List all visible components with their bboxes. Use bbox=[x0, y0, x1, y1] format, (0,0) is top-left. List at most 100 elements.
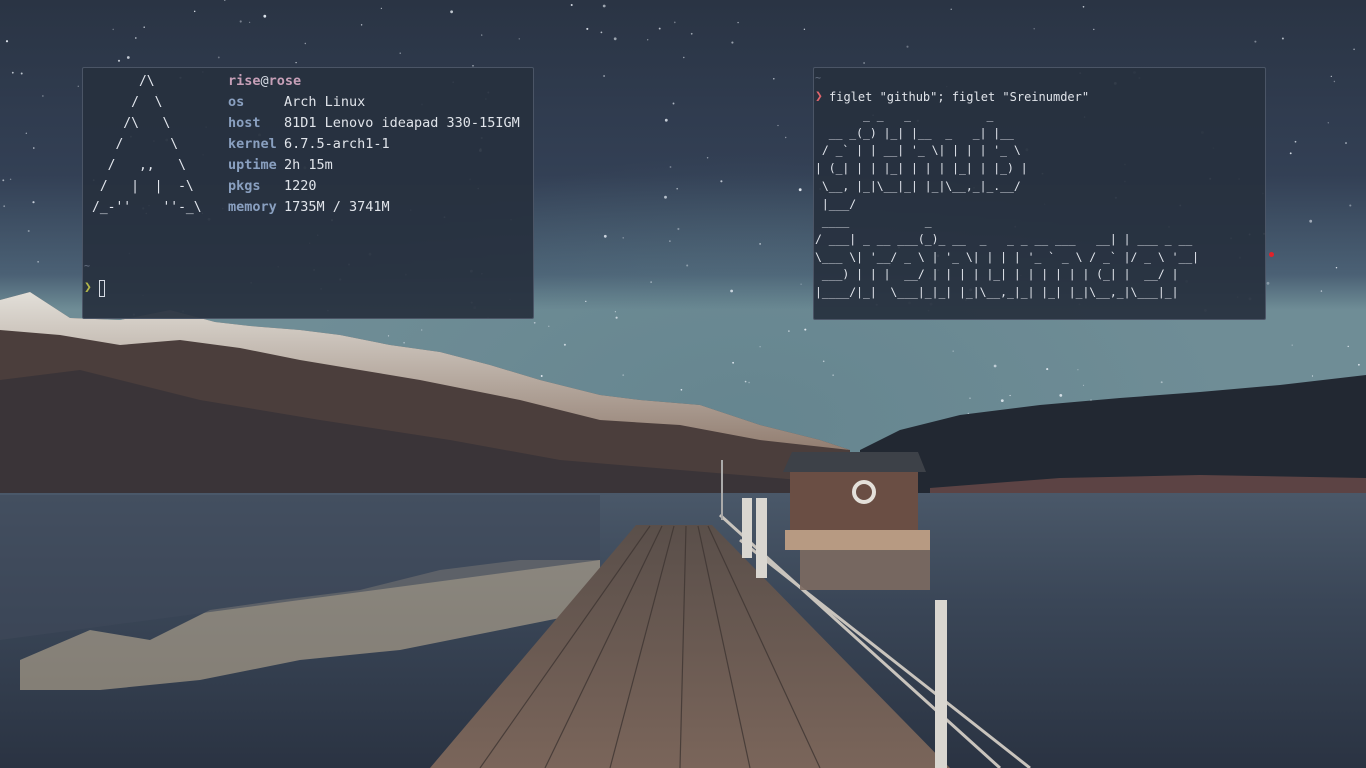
star bbox=[239, 20, 242, 23]
star bbox=[1353, 48, 1355, 51]
info-row-uptime: uptime 2h 15m bbox=[228, 155, 520, 176]
star bbox=[1309, 219, 1313, 223]
star bbox=[669, 240, 671, 242]
star bbox=[647, 39, 649, 41]
star bbox=[304, 42, 307, 45]
star bbox=[9, 178, 12, 181]
figlet-output: _ _ _ _ __ _(_) |_| |__ _ _| |__ / _` | … bbox=[815, 108, 1200, 300]
info-value: 2h 15m bbox=[284, 157, 333, 173]
star bbox=[37, 261, 39, 263]
star bbox=[600, 31, 603, 34]
star bbox=[360, 24, 363, 26]
star bbox=[33, 147, 35, 149]
notification-dot-icon bbox=[1269, 252, 1274, 257]
info-row-host: host 81D1 Lenovo ideapad 330-15IGM bbox=[228, 113, 520, 134]
star bbox=[706, 157, 709, 159]
star bbox=[622, 374, 625, 376]
star bbox=[731, 41, 734, 44]
star bbox=[563, 343, 566, 346]
info-value: 81D1 Lenovo ideapad 330-15IGM bbox=[284, 115, 520, 131]
star bbox=[732, 361, 734, 364]
star bbox=[788, 330, 790, 332]
star bbox=[421, 329, 423, 331]
star bbox=[730, 289, 733, 293]
star bbox=[603, 234, 607, 238]
star bbox=[672, 102, 675, 105]
star bbox=[403, 341, 405, 344]
star bbox=[1281, 37, 1284, 40]
cwd-indicator: ~ bbox=[84, 261, 91, 272]
star bbox=[387, 335, 390, 337]
prompt-arrow-icon: ❯ bbox=[84, 280, 92, 295]
command-line: figlet "github"; figlet "Sreinumder" bbox=[829, 90, 1090, 104]
cwd-indicator: ~ bbox=[815, 73, 822, 84]
terminal-window-figlet[interactable]: ~ ❯ figlet "github"; figlet "Sreinumder"… bbox=[813, 67, 1266, 320]
star bbox=[263, 14, 267, 18]
star bbox=[20, 72, 23, 75]
star bbox=[399, 52, 401, 54]
star bbox=[952, 350, 954, 352]
star bbox=[143, 26, 145, 28]
info-key: uptime bbox=[228, 157, 277, 173]
star bbox=[25, 132, 27, 134]
star bbox=[1320, 290, 1323, 292]
star bbox=[380, 7, 383, 10]
star bbox=[481, 34, 483, 36]
star bbox=[1082, 384, 1085, 387]
star bbox=[803, 28, 806, 30]
arch-logo-ascii: /\ / \ /\ \ / \ / ,, \ / | | -\ /_-'' ''… bbox=[92, 74, 202, 215]
star bbox=[585, 300, 587, 303]
star bbox=[613, 37, 617, 41]
info-value: Arch Linux bbox=[284, 94, 366, 110]
star bbox=[248, 21, 251, 24]
star bbox=[3, 205, 6, 208]
star bbox=[615, 316, 618, 319]
star bbox=[112, 28, 114, 31]
star bbox=[863, 62, 865, 64]
info-key: os bbox=[228, 94, 245, 110]
star bbox=[800, 283, 802, 285]
info-key: host bbox=[228, 115, 261, 131]
star bbox=[1358, 363, 1360, 366]
info-value: 1220 bbox=[284, 178, 317, 194]
star bbox=[1033, 27, 1035, 30]
info-row-pkgs: pkgs 1220 bbox=[228, 176, 520, 197]
star bbox=[676, 187, 679, 190]
star bbox=[134, 37, 137, 39]
star bbox=[759, 346, 761, 348]
star bbox=[1291, 344, 1293, 346]
star bbox=[664, 195, 667, 199]
user-host-line: rise@rose bbox=[228, 71, 520, 92]
star bbox=[622, 237, 624, 239]
star bbox=[450, 10, 453, 14]
star bbox=[1335, 266, 1338, 269]
info-row-os: os Arch Linux bbox=[228, 92, 520, 113]
star bbox=[193, 10, 196, 13]
star bbox=[1082, 5, 1085, 8]
info-key: pkgs bbox=[228, 178, 261, 194]
star bbox=[748, 381, 750, 384]
star bbox=[77, 85, 79, 87]
info-key: memory bbox=[228, 199, 277, 215]
star bbox=[777, 124, 779, 127]
terminal-window-fetch[interactable]: /\ / \ /\ \ / \ / ,, \ / | | -\ /_-'' ''… bbox=[82, 67, 534, 319]
info-key: kernel bbox=[228, 136, 277, 152]
star bbox=[533, 321, 536, 324]
terminal-cursor[interactable] bbox=[99, 280, 105, 297]
star bbox=[720, 180, 723, 183]
star bbox=[295, 61, 297, 64]
star bbox=[686, 264, 689, 267]
info-value: 1735M / 3741M bbox=[284, 199, 390, 215]
star bbox=[518, 38, 521, 40]
username: rise bbox=[228, 73, 261, 89]
star bbox=[586, 27, 589, 30]
star bbox=[683, 56, 685, 59]
star bbox=[969, 397, 971, 399]
star bbox=[1266, 281, 1270, 285]
star bbox=[669, 166, 672, 168]
star bbox=[1059, 394, 1063, 397]
star bbox=[690, 32, 693, 35]
star bbox=[1311, 375, 1314, 377]
star bbox=[650, 281, 652, 283]
star bbox=[658, 27, 661, 30]
